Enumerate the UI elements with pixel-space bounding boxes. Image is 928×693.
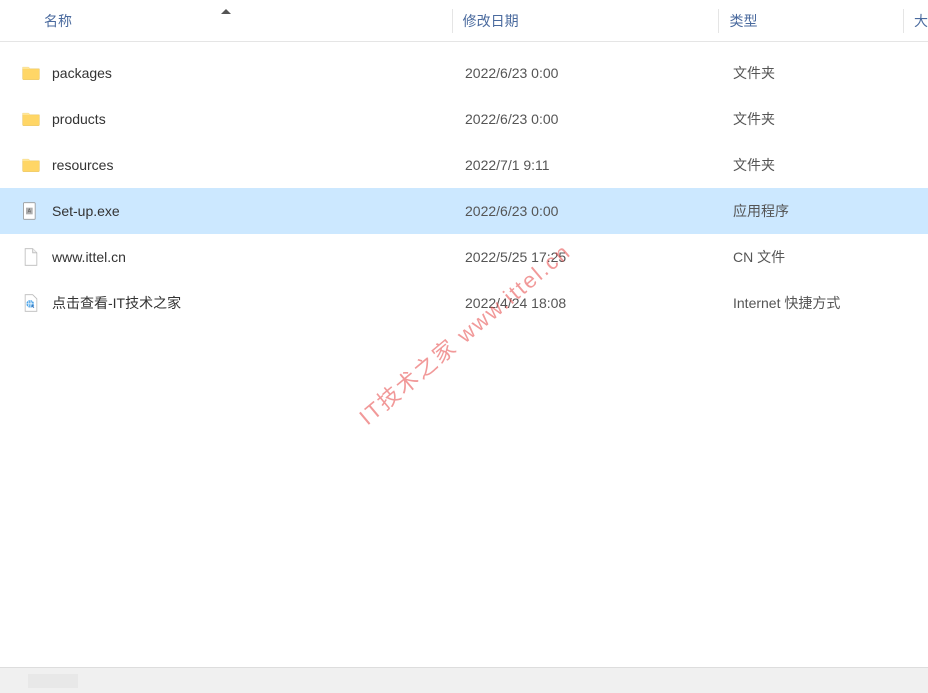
file-row[interactable]: products 2022/6/23 0:00文件夹 — [0, 96, 928, 142]
column-header-type[interactable]: 类型 — [719, 11, 903, 31]
file-name-cell[interactable]: packages — [0, 62, 455, 84]
file-type-cell: Internet 快捷方式 — [723, 293, 908, 313]
column-header-name[interactable]: 名称 — [0, 11, 452, 31]
file-date-cell: 2022/6/23 0:00 — [455, 111, 723, 127]
file-row[interactable]: A Set-up.exe 2022/6/23 0:00应用程序 — [0, 188, 928, 234]
file-row[interactable]: www.ittel.cn 2022/5/25 17:25CN 文件 — [0, 234, 928, 280]
column-header-type-label: 类型 — [729, 13, 757, 29]
file-date-cell: 2022/7/1 9:11 — [455, 157, 723, 173]
file-name-cell[interactable]: www.ittel.cn — [0, 246, 455, 268]
column-header-name-label: 名称 — [44, 11, 72, 31]
column-header-row: 名称 修改日期 类型 大 — [0, 0, 928, 42]
file-name-cell[interactable]: A Set-up.exe — [0, 200, 455, 222]
file-date-cell: 2022/5/25 17:25 — [455, 249, 723, 265]
file-type-cell: 文件夹 — [723, 109, 908, 129]
exe-icon: A — [20, 200, 42, 222]
folder-icon — [20, 108, 42, 130]
file-row[interactable]: 点击查看-IT技术之家 2022/4/24 18:08Internet 快捷方式 — [0, 280, 928, 326]
file-type-cell: 文件夹 — [723, 63, 908, 83]
column-header-date[interactable]: 修改日期 — [453, 11, 719, 31]
file-name-label: Set-up.exe — [52, 203, 120, 219]
file-name-label: 点击查看-IT技术之家 — [52, 293, 181, 313]
file-name-label: packages — [52, 65, 112, 81]
column-header-size[interactable]: 大 — [904, 11, 928, 31]
file-icon — [20, 246, 42, 268]
file-name-cell[interactable]: resources — [0, 154, 455, 176]
file-name-label: products — [52, 111, 106, 127]
file-date-cell: 2022/6/23 0:00 — [455, 65, 723, 81]
column-header-size-label: 大 — [914, 13, 928, 29]
folder-icon — [20, 154, 42, 176]
file-name-label: www.ittel.cn — [52, 249, 126, 265]
file-list: packages2022/6/23 0:00文件夹products2022/6/… — [0, 42, 928, 326]
file-type-cell: CN 文件 — [723, 247, 908, 267]
status-bar — [0, 667, 928, 693]
file-type-cell: 文件夹 — [723, 155, 908, 175]
file-date-cell: 2022/6/23 0:00 — [455, 203, 723, 219]
file-row[interactable]: packages 2022/6/23 0:00文件夹 — [0, 50, 928, 96]
file-name-cell[interactable]: products — [0, 108, 455, 130]
status-segment — [28, 674, 78, 688]
column-header-date-label: 修改日期 — [463, 13, 519, 29]
file-row[interactable]: resources 2022/7/1 9:11文件夹 — [0, 142, 928, 188]
file-name-label: resources — [52, 157, 113, 173]
file-name-cell[interactable]: 点击查看-IT技术之家 — [0, 292, 455, 314]
file-type-cell: 应用程序 — [723, 201, 908, 221]
file-date-cell: 2022/4/24 18:08 — [455, 295, 723, 311]
folder-icon — [20, 62, 42, 84]
url-icon — [20, 292, 42, 314]
sort-ascending-icon — [221, 9, 231, 14]
